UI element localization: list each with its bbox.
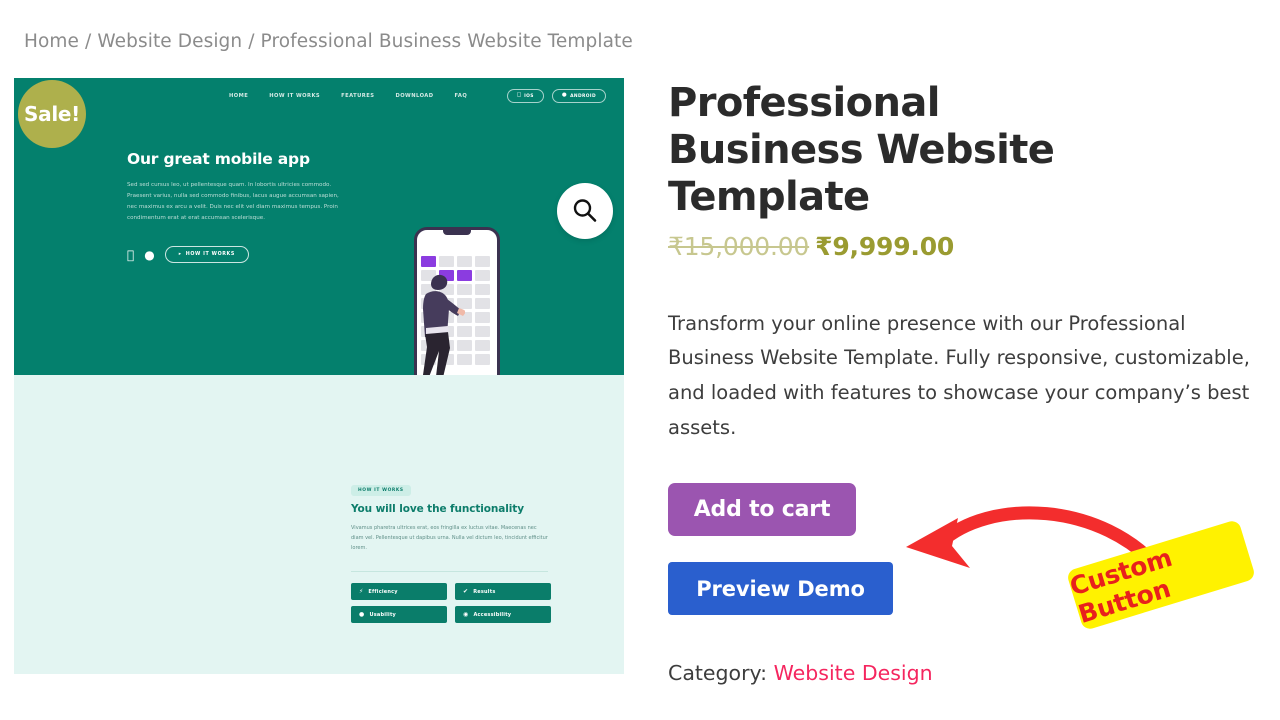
mockup-feature-paragraph: Vivamus pharetra ultrices erat, eos frin… (351, 525, 548, 551)
mockup-chip-accessibility: ◉ Accessibility (455, 606, 551, 623)
product-description: Transform your online presence with our … (668, 311, 1250, 439)
mockup-ios-label: IOS (524, 93, 534, 99)
mockup-store-buttons:  IOS ● ANDROID (507, 89, 606, 103)
sale-price: ₹9,999.00 (815, 231, 955, 261)
mockup-hero-copy: Our great mobile app Sed sed cursus leo,… (127, 150, 357, 224)
preview-demo-button[interactable]: Preview Demo (668, 562, 893, 616)
bolt-icon: ⚡ (359, 587, 364, 595)
price-block: ₹15,000.00 ₹9,999.00 (668, 232, 1268, 261)
mockup-nav-download: DOWNLOAD (395, 93, 434, 99)
mockup-feature-tag: HOW IT WORKS (351, 485, 411, 496)
phone-notch (443, 230, 471, 235)
mockup-nav-home: HOME (229, 93, 249, 99)
breadcrumb[interactable]: Home / Website Design / Professional Bus… (24, 31, 633, 52)
mockup-feature-heading: You will love the functionality (351, 503, 524, 515)
mockup-nav-features: FEATURES (341, 93, 375, 99)
mockup-hero-heading: Our great mobile app (127, 150, 310, 168)
product-gallery[interactable]: HOME HOW IT WORKS FEATURES DOWNLOAD FAQ … (14, 78, 624, 674)
page-title: Professional Business Website Template (668, 80, 1055, 221)
accessibility-icon: ◉ (463, 610, 469, 618)
mockup-how-it-works-button: ▸ HOW IT WORKS (164, 246, 249, 263)
mockup-hero-actions:  ● ▸ HOW IT WORKS (127, 246, 249, 263)
mockup-chip-label: Efficiency (368, 588, 398, 595)
divider (351, 571, 548, 572)
mockup-how-it-works-label: HOW IT WORKS (178, 252, 235, 257)
mockup-nav-faq: FAQ (454, 93, 468, 99)
gallery-zoom-button[interactable] (557, 183, 613, 239)
category-link[interactable]: Website Design (774, 661, 933, 685)
apple-icon:  (517, 93, 521, 99)
category-label: Category: (668, 661, 768, 686)
sale-badge: Sale! (18, 80, 86, 148)
mockup-android-label: ANDROID (570, 93, 596, 99)
add-to-cart-button[interactable]: Add to cart (668, 483, 856, 537)
mockup-feature-chips: ⚡ Efficiency ✔ Results ● Usability ◉ Acc… (351, 583, 551, 623)
category-row: Category: Website Design (668, 661, 1268, 685)
mockup-chip-label: Results (473, 588, 496, 595)
person-icon: ● (359, 610, 365, 618)
android-icon: ● (561, 92, 568, 99)
mockup-nav-links: HOME HOW IT WORKS FEATURES DOWNLOAD FAQ (229, 93, 467, 99)
mockup-chip-results: ✔ Results (455, 583, 551, 600)
check-icon: ✔ (463, 587, 469, 595)
mockup-ios-button:  IOS (507, 89, 544, 103)
mockup-chip-label: Usability (369, 611, 397, 618)
mockup-chip-efficiency: ⚡ Efficiency (351, 583, 447, 600)
mockup-chip-label: Accessibility (473, 611, 512, 618)
android-icon: ● (137, 247, 154, 262)
magnifier-icon (573, 199, 597, 222)
original-price: ₹15,000.00 (668, 231, 810, 261)
apple-icon:  (127, 249, 134, 261)
mockup-chip-usability: ● Usability (351, 606, 447, 623)
play-icon: ▸ (179, 252, 182, 257)
mockup-navbar: HOME HOW IT WORKS FEATURES DOWNLOAD FAQ … (14, 89, 624, 109)
gallery-features-section: HOW IT WORKS You will love the functiona… (14, 375, 624, 674)
gallery-hero-section: HOME HOW IT WORKS FEATURES DOWNLOAD FAQ … (14, 78, 624, 403)
mockup-nav-how-it-works: HOW IT WORKS (269, 93, 321, 99)
mockup-hero-paragraph: Sed sed cursus leo, ut pellentesque quam… (127, 182, 339, 221)
mockup-android-button: ● ANDROID (551, 89, 606, 103)
